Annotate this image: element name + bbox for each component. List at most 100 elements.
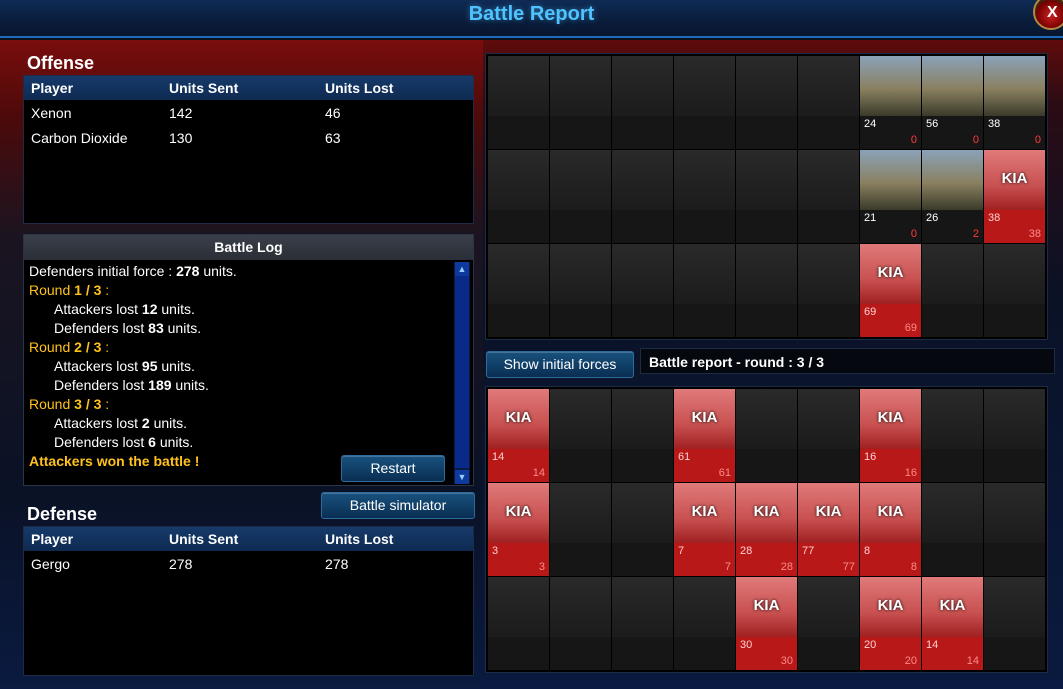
attacker-unit-cell[interactable] xyxy=(736,150,797,243)
attacker-unit-cell[interactable]: 26 2 xyxy=(922,150,983,243)
unit-lost-count: 14 xyxy=(966,655,979,667)
unit-sent-count: 77 xyxy=(802,545,815,557)
attacker-unit-cell[interactable]: KIA 38 38 xyxy=(984,150,1045,243)
show-initial-forces-button[interactable]: Show initial forces xyxy=(486,351,634,378)
defender-unit-cell[interactable] xyxy=(612,389,673,482)
log-initial-line: Defenders initial force : 278 units. xyxy=(29,262,449,281)
unit-sent-count: 20 xyxy=(864,639,877,651)
attacker-unit-cell[interactable] xyxy=(612,244,673,337)
attacker-unit-cell[interactable] xyxy=(922,244,983,337)
attacker-unit-cell[interactable] xyxy=(488,150,549,243)
defender-unit-cell[interactable] xyxy=(612,577,673,670)
attacker-unit-cell[interactable] xyxy=(984,244,1045,337)
attacker-unit-cell[interactable] xyxy=(550,244,611,337)
log-scrollbar[interactable]: ▲ ▼ xyxy=(454,262,470,484)
defender-unit-cell[interactable] xyxy=(798,389,859,482)
attacker-unit-cell[interactable] xyxy=(798,56,859,149)
defender-unit-cell[interactable]: KIA 8 8 xyxy=(860,483,921,576)
unit-image xyxy=(922,483,983,543)
close-button[interactable]: X xyxy=(1033,0,1063,30)
attacker-unit-cell[interactable] xyxy=(736,244,797,337)
unit-sent-count: 61 xyxy=(678,451,691,463)
attacker-unit-cell[interactable] xyxy=(612,56,673,149)
defender-unit-cell[interactable]: KIA 7 7 xyxy=(674,483,735,576)
unit-image xyxy=(612,56,673,116)
attacker-unit-cell[interactable]: 24 0 xyxy=(860,56,921,149)
unit-sent-count: 26 xyxy=(926,212,939,224)
attacker-unit-cell[interactable] xyxy=(550,56,611,149)
attacker-unit-cell[interactable] xyxy=(798,244,859,337)
defender-unit-cell[interactable] xyxy=(984,577,1045,670)
defender-unit-cell[interactable] xyxy=(984,483,1045,576)
defender-unit-cell[interactable]: KIA 28 28 xyxy=(736,483,797,576)
attacker-unit-cell[interactable]: 38 0 xyxy=(984,56,1045,149)
unit-lost-count: 8 xyxy=(910,561,917,573)
scroll-thumb[interactable] xyxy=(455,276,469,468)
defender-unit-cell[interactable]: KIA 14 14 xyxy=(488,389,549,482)
defender-unit-cell[interactable] xyxy=(550,389,611,482)
attacker-unit-cell[interactable] xyxy=(798,150,859,243)
defense-col-player: Player xyxy=(31,531,74,547)
defender-unit-cell[interactable]: KIA 77 77 xyxy=(798,483,859,576)
attacker-unit-cell[interactable] xyxy=(488,56,549,149)
attacker-unit-cell[interactable] xyxy=(674,244,735,337)
attacker-unit-cell[interactable] xyxy=(736,56,797,149)
defender-unit-cell[interactable] xyxy=(488,577,549,670)
log-value: 83 xyxy=(148,320,164,336)
unit-image xyxy=(736,56,797,116)
unit-image xyxy=(488,577,549,637)
defender-unit-cell[interactable] xyxy=(798,577,859,670)
defender-unit-cell[interactable] xyxy=(550,577,611,670)
defender-unit-cell[interactable] xyxy=(984,389,1045,482)
kia-label: KIA xyxy=(753,503,780,520)
log-text: Round xyxy=(29,282,75,298)
defender-unit-cell[interactable]: KIA 3 3 xyxy=(488,483,549,576)
defender-unit-cell[interactable]: KIA 20 20 xyxy=(860,577,921,670)
defender-unit-cell[interactable] xyxy=(922,483,983,576)
defender-unit-cell[interactable]: KIA 30 30 xyxy=(736,577,797,670)
defender-unit-cell[interactable] xyxy=(674,577,735,670)
unit-image xyxy=(488,244,549,304)
attacker-unit-cell[interactable] xyxy=(550,150,611,243)
unit-lost-count: 61 xyxy=(718,467,731,479)
defender-unit-cell[interactable] xyxy=(612,483,673,576)
log-text: Attackers lost xyxy=(54,301,142,317)
attacker-unit-cell[interactable]: KIA 69 69 xyxy=(860,244,921,337)
log-value: 189 xyxy=(148,377,172,393)
attacker-unit-cell[interactable]: 56 0 xyxy=(922,56,983,149)
attacker-unit-cell[interactable]: 21 0 xyxy=(860,150,921,243)
defender-unit-cell[interactable] xyxy=(922,389,983,482)
scroll-up-icon[interactable]: ▲ xyxy=(455,262,469,276)
unit-image xyxy=(550,244,611,304)
unit-image xyxy=(674,244,735,304)
round-status: Battle report - round : 3 / 3 xyxy=(640,348,1055,374)
attacker-unit-cell[interactable] xyxy=(674,150,735,243)
restart-button[interactable]: Restart xyxy=(341,455,445,482)
unit-sent-count: 21 xyxy=(864,212,877,224)
attacker-unit-cell[interactable] xyxy=(674,56,735,149)
unit-sent-count: 28 xyxy=(740,545,753,557)
offense-title: Offense xyxy=(27,53,95,73)
unit-image xyxy=(612,244,673,304)
log-value: 12 xyxy=(141,301,158,317)
defender-unit-cell[interactable] xyxy=(550,483,611,576)
log-value: 2 / 3 xyxy=(74,339,102,355)
battle-simulator-button[interactable]: Battle simulator xyxy=(321,492,475,519)
defense-col-sent: Units Sent xyxy=(169,531,239,547)
attacker-unit-cell[interactable] xyxy=(488,244,549,337)
defender-unit-cell[interactable]: KIA 14 14 xyxy=(922,577,983,670)
defense-table: Player Units Sent Units Lost Gergo 278 2… xyxy=(23,526,474,676)
scroll-down-icon[interactable]: ▼ xyxy=(455,470,469,484)
defender-unit-cell[interactable]: KIA 61 61 xyxy=(674,389,735,482)
log-value: 3 / 3 xyxy=(74,396,102,412)
defender-unit-cell[interactable]: KIA 16 16 xyxy=(860,389,921,482)
unit-sent-count: 8 xyxy=(864,545,871,557)
attacker-unit-cell[interactable] xyxy=(612,150,673,243)
log-defenders-line: Defenders lost 83 units. xyxy=(29,319,449,338)
log-text: Attackers lost xyxy=(54,358,142,374)
units-lost: 46 xyxy=(325,104,341,121)
defender-unit-cell[interactable] xyxy=(736,389,797,482)
offense-table-header: Player Units Sent Units Lost xyxy=(24,76,473,100)
unit-image xyxy=(550,483,611,543)
log-text: units. xyxy=(171,377,209,393)
